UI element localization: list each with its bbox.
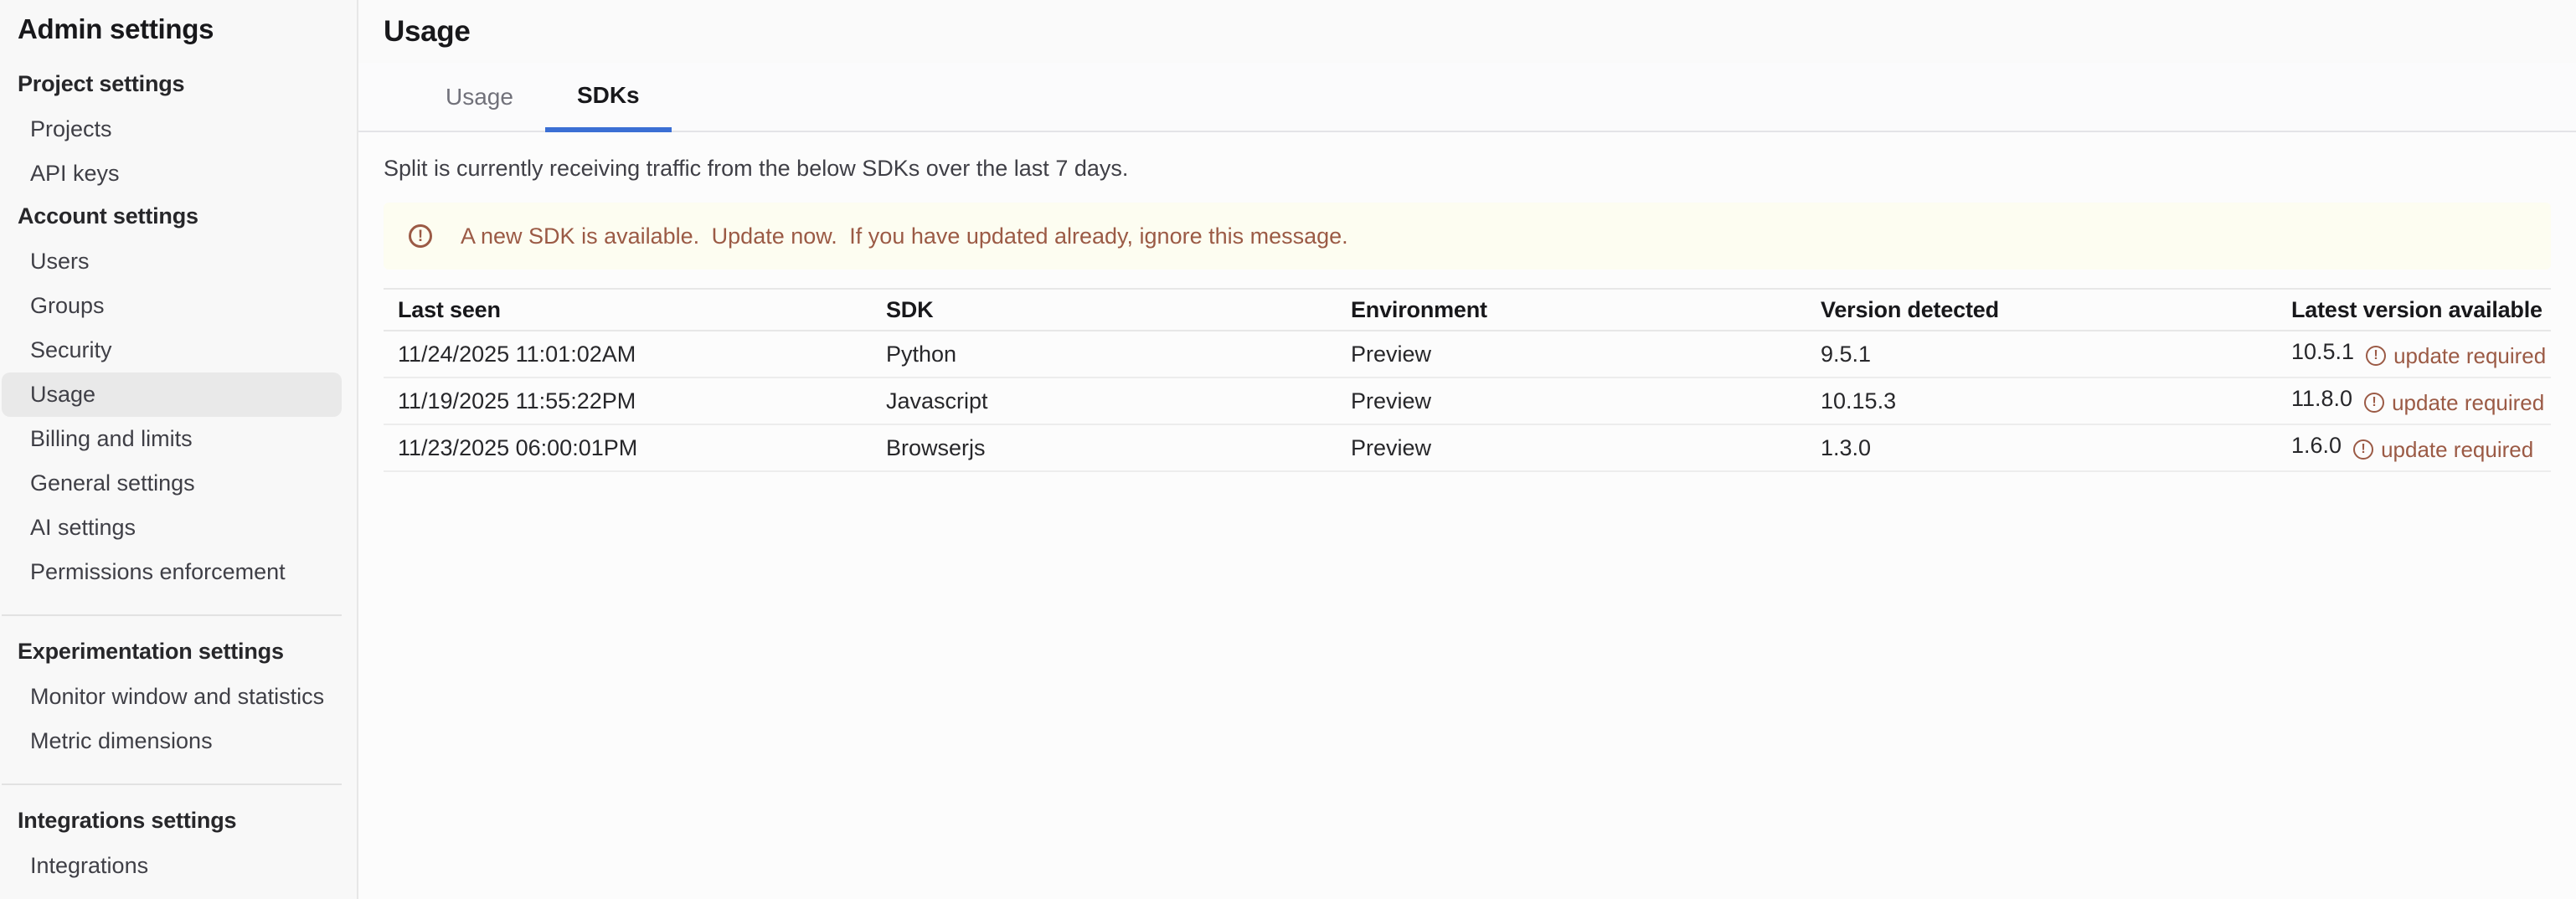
sdk-traffic-description: Split is currently receiving traffic fro… [384,154,2551,182]
update-required-label: update required [2392,390,2544,416]
sdks-tab-content: Split is currently receiving traffic fro… [358,132,2576,899]
cell-environment: Preview [1337,331,1806,378]
cell-last-seen: 11/23/2025 06:00:01PM [384,424,872,471]
sidebar-item-users[interactable]: Users [2,239,342,284]
alert-circle-icon: ! [2353,439,2373,460]
cell-version-detected: 10.15.3 [1806,378,2277,424]
table-row: 11/19/2025 11:55:22PM Javascript Preview… [384,378,2551,424]
update-required-link[interactable]: ! update required [2353,437,2533,463]
sidebar-item-ai-settings[interactable]: AI settings [2,506,342,550]
table-header-row: Last seen SDK Environment Version detect… [384,289,2551,331]
update-required-label: update required [2381,437,2533,463]
sidebar-section-project-settings: Project settings Projects API keys [0,72,357,196]
latest-version-value: 1.6.0 [2291,433,2342,458]
sidebar-item-projects[interactable]: Projects [2,107,342,152]
main-header: Usage [358,0,2576,63]
sidebar-divider [2,783,342,785]
alert-circle-icon: ! [2364,393,2384,413]
sidebar-item-integrations[interactable]: Integrations [2,844,342,888]
table-row: 11/24/2025 11:01:02AM Python Preview 9.5… [384,331,2551,378]
section-label-integrations-settings: Integrations settings [18,809,342,832]
sidebar-item-permissions-enforcement[interactable]: Permissions enforcement [2,550,342,594]
sidebar-item-api-keys[interactable]: API keys [2,152,342,196]
cell-last-seen: 11/24/2025 11:01:02AM [384,331,872,378]
latest-version-value: 10.5.1 [2291,339,2354,364]
sidebar: Admin settings Project settings Projects… [0,0,358,899]
sidebar-title: Admin settings [18,12,357,47]
sidebar-section-integrations-settings: Integrations settings Integrations [0,809,357,888]
column-header-environment: Environment [1337,289,1806,331]
update-required-label: update required [2393,343,2546,369]
cell-last-seen: 11/19/2025 11:55:22PM [384,378,872,424]
column-header-version-detected: Version detected [1806,289,2277,331]
main-content: Usage Usage SDKs Split is currently rece… [358,0,2576,899]
column-header-sdk: SDK [872,289,1337,331]
sidebar-item-monitor-window-and-statistics[interactable]: Monitor window and statistics [2,675,342,719]
banner-text: A new SDK is available. Update now. If y… [461,223,1348,249]
section-label-account-settings: Account settings [18,204,342,228]
sidebar-item-groups[interactable]: Groups [2,284,342,328]
cell-latest-version: 10.5.1! update required [2277,331,2551,378]
sidebar-divider [2,614,342,616]
latest-version-value: 11.8.0 [2291,386,2352,411]
page-title: Usage [384,15,471,49]
cell-latest-version: 1.6.0! update required [2277,424,2551,471]
table-row: 11/23/2025 06:00:01PM Browserjs Preview … [384,424,2551,471]
sidebar-item-usage[interactable]: Usage [2,372,342,417]
cell-version-detected: 9.5.1 [1806,331,2277,378]
cell-environment: Preview [1337,424,1806,471]
sidebar-item-security[interactable]: Security [2,328,342,372]
sdk-usage-table: Last seen SDK Environment Version detect… [384,288,2551,472]
cell-sdk: Python [872,331,1337,378]
column-header-last-seen: Last seen [384,289,872,331]
alert-circle-icon: ! [409,224,432,248]
column-header-latest-version-available: Latest version available [2277,289,2551,331]
alert-circle-icon: ! [2366,346,2386,366]
sidebar-item-metric-dimensions[interactable]: Metric dimensions [2,719,342,763]
cell-sdk: Browserjs [872,424,1337,471]
cell-environment: Preview [1337,378,1806,424]
cell-sdk: Javascript [872,378,1337,424]
sidebar-item-general-settings[interactable]: General settings [2,461,342,506]
admin-settings-page: Admin settings Project settings Projects… [0,0,2576,899]
section-label-project-settings: Project settings [18,72,342,95]
tab-bar: Usage SDKs [358,63,2576,132]
cell-version-detected: 1.3.0 [1806,424,2277,471]
update-now-link[interactable]: Update now. [712,223,837,249]
update-required-link[interactable]: ! update required [2364,390,2544,416]
sidebar-section-account-settings: Account settings Users Groups Security U… [0,204,357,594]
tab-usage[interactable]: Usage [414,63,545,131]
update-required-link[interactable]: ! update required [2366,343,2546,369]
cell-latest-version: 11.8.0! update required [2277,378,2551,424]
banner-message-prefix: A new SDK is available. [461,223,699,249]
tab-sdks[interactable]: SDKs [545,63,672,132]
sidebar-item-billing-and-limits[interactable]: Billing and limits [2,417,342,461]
new-sdk-warning-banner: ! A new SDK is available. Update now. If… [384,203,2551,270]
sidebar-section-experimentation-settings: Experimentation settings Monitor window … [0,640,357,763]
section-label-experimentation-settings: Experimentation settings [18,640,342,663]
banner-message-suffix: If you have updated already, ignore this… [849,223,1347,249]
